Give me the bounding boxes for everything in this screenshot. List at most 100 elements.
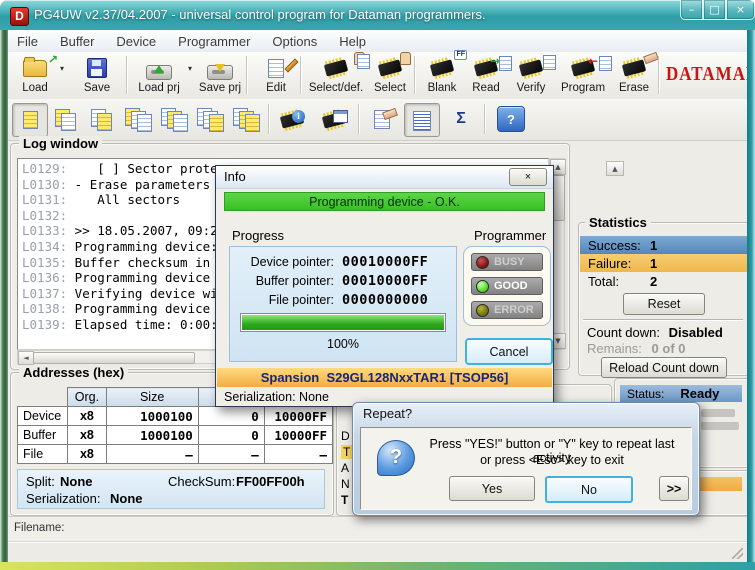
load-folder-icon: [23, 60, 47, 77]
device-info-button[interactable]: i: [276, 103, 310, 135]
read-label: Read: [472, 82, 500, 94]
program-button[interactable]: ← Program: [556, 54, 610, 97]
buffer-view-2-button[interactable]: [48, 103, 82, 135]
load-prj-dropdown-icon[interactable]: ▾: [188, 64, 192, 73]
programmer-led-panel: BUSY GOOD ERROR: [463, 246, 551, 326]
repeat-message-line2: or press <Esc> key to exit: [419, 453, 685, 467]
scroll-left-icon: ◄: [23, 354, 28, 362]
view-log-button[interactable]: [404, 103, 440, 137]
close-button[interactable]: ×: [726, 0, 755, 20]
buffer-view-7-button[interactable]: [228, 103, 262, 135]
load-button[interactable]: → Load: [12, 54, 58, 97]
resize-grip[interactable]: [732, 548, 743, 559]
dataman-logo: DATAMAN: [666, 63, 755, 86]
yes-button[interactable]: Yes: [449, 476, 535, 501]
buffer-view-5-button[interactable]: [156, 103, 190, 135]
reset-button[interactable]: Reset: [623, 293, 705, 315]
blank-label: Blank: [428, 82, 457, 94]
obscured-text: [701, 422, 739, 430]
info-icon: i: [292, 110, 305, 123]
device-pointer-label: Device pointer:: [230, 255, 334, 269]
device-panel-fragment: T: [341, 493, 348, 507]
buffer-view-4-button[interactable]: [120, 103, 154, 135]
good-indicator: GOOD: [471, 277, 543, 295]
progress-panel: Device pointer: 00010000FF Buffer pointe…: [229, 246, 457, 362]
statistics-title: Statistics: [585, 215, 651, 230]
menu-programmer[interactable]: Programmer: [169, 32, 259, 51]
app-window: D PG4UW v2.37/04.2007 - universal contro…: [0, 0, 755, 570]
success-label: Success:: [588, 238, 641, 253]
minimize-button[interactable]: –: [680, 0, 703, 20]
success-value: 1: [650, 238, 657, 253]
buffer-view-3-button[interactable]: [84, 103, 118, 135]
checksum-button[interactable]: Σ: [444, 103, 478, 135]
blank-button[interactable]: FF Blank: [420, 54, 464, 97]
save-button[interactable]: Save: [74, 54, 120, 97]
device-panel-fragment: A: [341, 461, 349, 475]
menu-file[interactable]: File: [8, 32, 47, 51]
failure-label: Failure:: [588, 256, 631, 271]
error-indicator: ERROR: [471, 301, 543, 319]
status-label: Status:: [627, 387, 664, 401]
device-panel-fragment: N: [341, 477, 350, 491]
read-button[interactable]: → Read: [464, 54, 508, 97]
load-prj-button[interactable]: Load prj: [132, 54, 186, 97]
eraser-icon: [643, 52, 659, 64]
menu-options[interactable]: Options: [263, 32, 326, 51]
divider: [583, 319, 743, 321]
info-dialog-titlebar[interactable]: Info ×: [216, 166, 553, 189]
row-label-device: Device: [18, 407, 68, 426]
split-label: Split:: [26, 474, 55, 489]
split-checksum-panel: Split: None CheckSum: FF00FF00h Serializ…: [17, 469, 325, 509]
operation-result-banner: Programming device - O.K.: [224, 192, 545, 211]
app-icon: D: [10, 7, 29, 26]
minimize-icon: –: [689, 3, 695, 16]
main-toolbar: → Load ▾ Save Load prj ▾ Save prj Edit S…: [8, 52, 747, 100]
menu-help[interactable]: Help: [330, 32, 375, 51]
load-dropdown-icon[interactable]: ▾: [60, 64, 64, 73]
erase-button[interactable]: Erase: [612, 54, 656, 97]
select-default-button[interactable]: Select/def.: [306, 54, 366, 97]
remains-label: Remains:: [587, 341, 642, 356]
help-icon: ?: [497, 106, 525, 132]
load-label: Load: [22, 82, 48, 94]
programmer-label: Programmer: [474, 228, 546, 243]
title-bar[interactable]: D PG4UW v2.37/04.2007 - universal contro…: [0, 0, 755, 30]
buffer-view-1-button[interactable]: [12, 103, 48, 137]
maximize-button[interactable]: □: [703, 0, 726, 20]
verify-button[interactable]: Verify: [508, 54, 554, 97]
row-label-file: File: [18, 445, 68, 464]
toolbar-separator: [126, 56, 128, 94]
select-button[interactable]: Select: [368, 54, 412, 97]
reload-countdown-button[interactable]: Reload Count down: [601, 357, 727, 378]
panel-collapse-button[interactable]: ▲: [606, 161, 624, 176]
down-arrow-icon: [215, 64, 225, 72]
edit-button[interactable]: Edit: [254, 54, 298, 97]
repeat-dialog-title: Repeat?: [363, 406, 412, 421]
save-prj-button[interactable]: Save prj: [194, 54, 246, 97]
chip-icon: [430, 59, 454, 76]
cancel-button[interactable]: Cancel: [465, 338, 553, 365]
menu-buffer[interactable]: Buffer: [51, 32, 103, 51]
buffer-view-6-button[interactable]: [192, 103, 226, 135]
serialization-value: None: [110, 491, 143, 506]
split-value: None: [60, 474, 93, 489]
menu-device[interactable]: Device: [107, 32, 165, 51]
window-title: PG4UW v2.37/04.2007 - universal control …: [34, 7, 486, 22]
load-arrow-icon: →: [45, 50, 62, 67]
info-close-button[interactable]: ×: [509, 168, 547, 186]
pencil-icon: [284, 58, 298, 72]
scrollbar-thumb[interactable]: [33, 352, 195, 364]
erase-buffer-button[interactable]: [366, 103, 400, 135]
maximize-icon: □: [709, 3, 719, 16]
more-options-button[interactable]: >>: [659, 476, 689, 501]
help-button[interactable]: ?: [494, 103, 528, 135]
scroll-left-button[interactable]: ◄: [18, 351, 34, 365]
device-settings-button[interactable]: [318, 103, 352, 135]
no-button[interactable]: No: [545, 476, 633, 503]
load-prj-drive-icon: [146, 65, 172, 80]
info-dialog-title: Info: [224, 169, 246, 184]
window-border-left: [0, 30, 8, 570]
up-arrow-icon: [154, 65, 164, 73]
progress-bar-fill: [242, 315, 444, 330]
